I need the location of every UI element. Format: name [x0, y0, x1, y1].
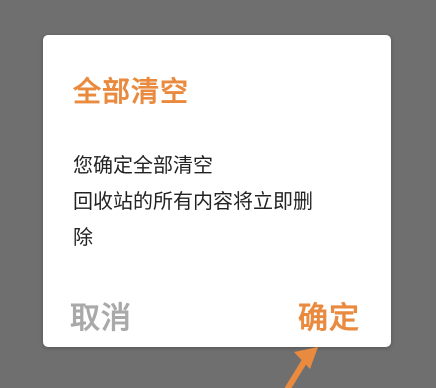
- clear-all-dialog: 全部清空 您确定全部清空 回收站的所有内容将立即删 除 取消 确定: [43, 35, 391, 347]
- confirm-button[interactable]: 确定: [298, 293, 360, 337]
- cancel-button[interactable]: 取消: [70, 293, 132, 337]
- dialog-message: 您确定全部清空 回收站的所有内容将立即删 除: [73, 147, 373, 255]
- dialog-message-line: 除: [73, 225, 93, 249]
- dialog-message-line: 您确定全部清空: [73, 153, 213, 177]
- dialog-message-line: 回收站的所有内容将立即删: [73, 189, 313, 213]
- dialog-title: 全部清空: [73, 75, 190, 108]
- arrow-pointer-icon: [285, 347, 318, 388]
